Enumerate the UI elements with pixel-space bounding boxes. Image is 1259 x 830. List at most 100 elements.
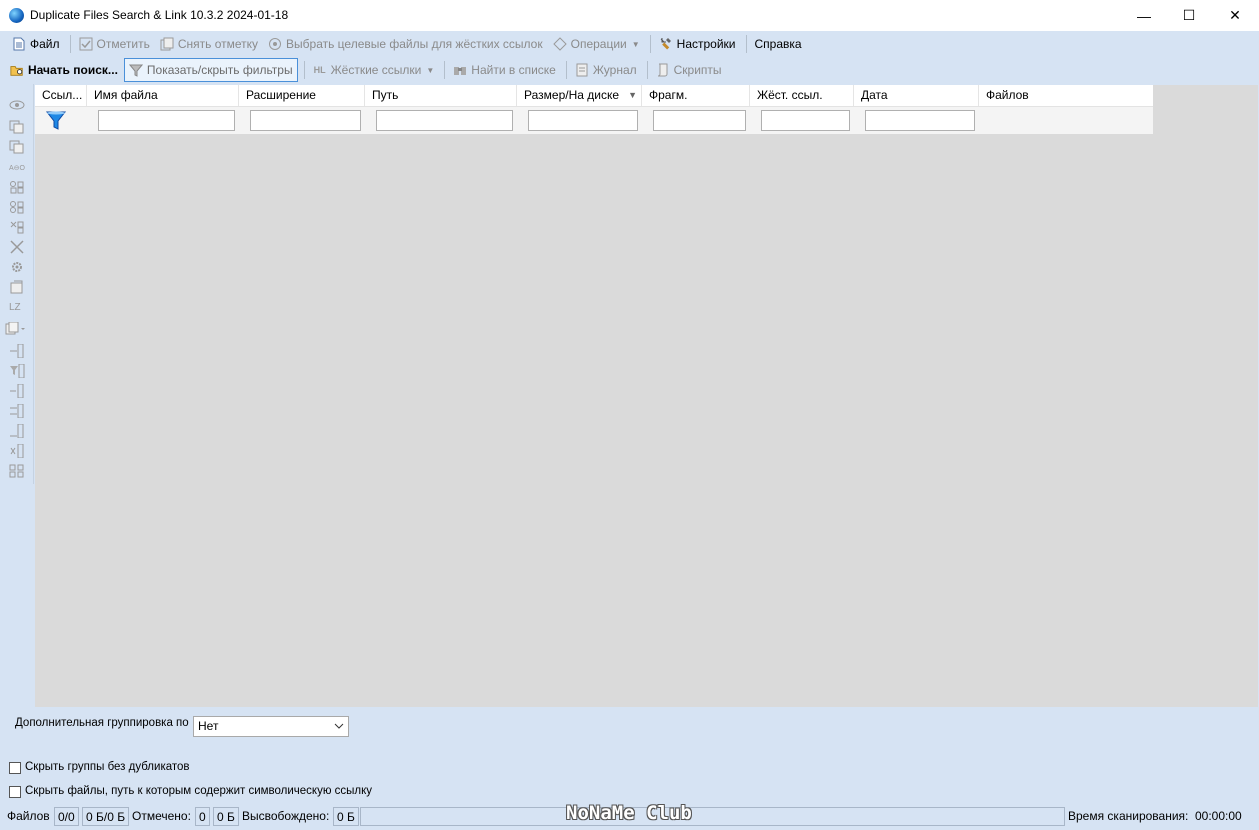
filter-hardlinks-input[interactable] [761, 110, 850, 131]
hardlinks-menu[interactable]: HL Жёсткие ссылки ▼ [309, 59, 439, 81]
maximize-button[interactable]: ☐ [1166, 0, 1212, 31]
column-header-extension[interactable]: Расширение [239, 85, 365, 106]
find-in-list-button[interactable]: Найти в списке [449, 59, 560, 81]
separator [745, 35, 747, 53]
filter-size-input[interactable] [528, 110, 638, 131]
hardlinks-label: Жёсткие ссылки [330, 63, 422, 77]
script-icon [656, 63, 670, 77]
unmark-icon [160, 37, 174, 51]
settings-menu[interactable]: Настройки [655, 33, 740, 55]
log-icon [575, 63, 589, 77]
copy-add-icon[interactable] [9, 120, 25, 134]
column-header-size[interactable]: Размер/На диске ▼ [517, 85, 642, 106]
grid-options-icon[interactable] [9, 464, 25, 478]
mark-button[interactable]: Отметить [75, 33, 154, 55]
status-progress-area [360, 807, 1065, 826]
filter-date-input[interactable] [865, 110, 975, 131]
gear-icon[interactable] [9, 260, 25, 274]
column-header-size-label: Размер/На диске [524, 88, 620, 102]
column-align-icon[interactable] [9, 344, 25, 358]
grouping-select-value: Нет [198, 719, 219, 733]
grouping-select[interactable]: Нет [193, 716, 349, 737]
lz-compress-button[interactable]: LZ [9, 302, 25, 316]
status-freed-label: Высвобождено: [242, 809, 330, 823]
menu-file[interactable]: Файл [8, 33, 64, 55]
log-label: Журнал [592, 63, 637, 77]
status-files-label: Файлов [7, 809, 50, 823]
move-file-icon[interactable] [9, 280, 25, 294]
help-label: Справка [754, 37, 802, 51]
start-search-button[interactable]: Начать поиск... [8, 59, 122, 81]
menu-bar: Файл Отметить Снять отметку Выбрать целе… [0, 31, 1259, 57]
filter-funnel-icon[interactable] [45, 110, 67, 132]
filter-path-input[interactable] [376, 110, 513, 131]
eye-icon[interactable] [9, 98, 25, 112]
left-toolbar: A⊖O LZ [0, 84, 34, 484]
copy-remove-icon[interactable] [9, 140, 25, 154]
separator [69, 35, 71, 53]
main-toolbar: Начать поиск... Показать/скрыть фильтры … [0, 57, 1259, 83]
column-header-hardlinks[interactable]: Жёст. ссыл. [750, 85, 854, 106]
toggle-filters-label: Показать/скрыть фильтры [146, 63, 293, 77]
select-group-icon[interactable] [9, 180, 25, 194]
column-header-path[interactable]: Путь [365, 85, 517, 106]
funnel-icon [128, 63, 143, 77]
document-icon [12, 37, 26, 51]
settings-label: Настройки [676, 37, 736, 51]
target-select-icon [268, 37, 282, 51]
hide-symlink-label[interactable]: Скрыть файлы, путь к которым содержит си… [25, 785, 372, 797]
results-grid[interactable]: Ссыл... Имя файла Расширение Путь Размер… [35, 85, 1258, 707]
select-targets-button[interactable]: Выбрать целевые файлы для жёстких ссылок [264, 33, 547, 55]
column-rows-icon[interactable] [9, 404, 25, 418]
chevron-down-icon: ▼ [631, 39, 640, 49]
close-button[interactable]: ✕ [1212, 0, 1258, 31]
column-header-date[interactable]: Дата [854, 85, 979, 106]
status-files-size: 0 Б/0 Б [82, 807, 130, 826]
toggle-filters-button[interactable]: Показать/скрыть фильтры [123, 58, 298, 82]
unmark-button[interactable]: Снять отметку [156, 33, 262, 55]
hide-groups-label[interactable]: Скрыть группы без дубликатов [25, 761, 190, 773]
chevron-down-icon: ▼ [426, 65, 435, 75]
column-left-icon[interactable] [9, 384, 25, 398]
log-button[interactable]: Журнал [571, 59, 641, 81]
start-search-label: Начать поиск... [28, 63, 118, 77]
filter-column-icon[interactable] [9, 364, 25, 378]
operations-label: Операции [570, 37, 627, 51]
find-in-list-label: Найти в списке [471, 63, 556, 77]
status-files-count: 0/0 [54, 807, 79, 826]
status-freed-size: 0 Б [333, 807, 359, 826]
link-dots-icon[interactable]: A⊖O [9, 160, 25, 174]
filter-filename-input[interactable] [98, 110, 235, 131]
grouping-label: Дополнительная группировка по [15, 717, 189, 729]
mark-label: Отметить [96, 37, 150, 51]
column-header-fragments[interactable]: Фрагм. [642, 85, 750, 106]
filter-fragments-input[interactable] [653, 110, 746, 131]
sort-descending-icon: ▼ [628, 90, 637, 100]
status-marked-label: Отмечено: [132, 809, 191, 823]
help-menu[interactable]: Справка [751, 33, 806, 55]
status-marked-count: 0 [195, 807, 210, 826]
copy-dropdown-icon[interactable] [5, 322, 27, 336]
wrench-icon [659, 37, 673, 51]
group-cross-icon[interactable] [9, 220, 25, 234]
scripts-button[interactable]: Скрипты [652, 59, 726, 81]
select-targets-label: Выбрать целевые файлы для жёстких ссылок [286, 37, 543, 51]
watermark-text: NoNaMe Club [566, 802, 692, 824]
column-header-files[interactable]: Файлов [979, 85, 1153, 106]
menu-file-label: Файл [30, 37, 60, 51]
column-expand-icon[interactable] [9, 424, 25, 438]
hide-groups-checkbox[interactable] [9, 762, 21, 774]
column-header-filename[interactable]: Имя файла [87, 85, 239, 106]
separator [444, 61, 446, 79]
operations-menu[interactable]: Операции ▼ [549, 33, 644, 55]
hide-symlink-checkbox[interactable] [9, 786, 21, 798]
minimize-button[interactable]: — [1121, 0, 1167, 31]
diamond-icon [552, 37, 567, 51]
scripts-label: Скрипты [673, 63, 722, 77]
delete-icon[interactable] [9, 240, 25, 254]
column-header-links[interactable]: Ссыл... [35, 85, 87, 106]
svg-text:A⊖O: A⊖O [9, 165, 25, 172]
column-mark-icon[interactable] [9, 444, 25, 458]
select-group-alt-icon[interactable] [9, 200, 25, 214]
filter-extension-input[interactable] [250, 110, 361, 131]
